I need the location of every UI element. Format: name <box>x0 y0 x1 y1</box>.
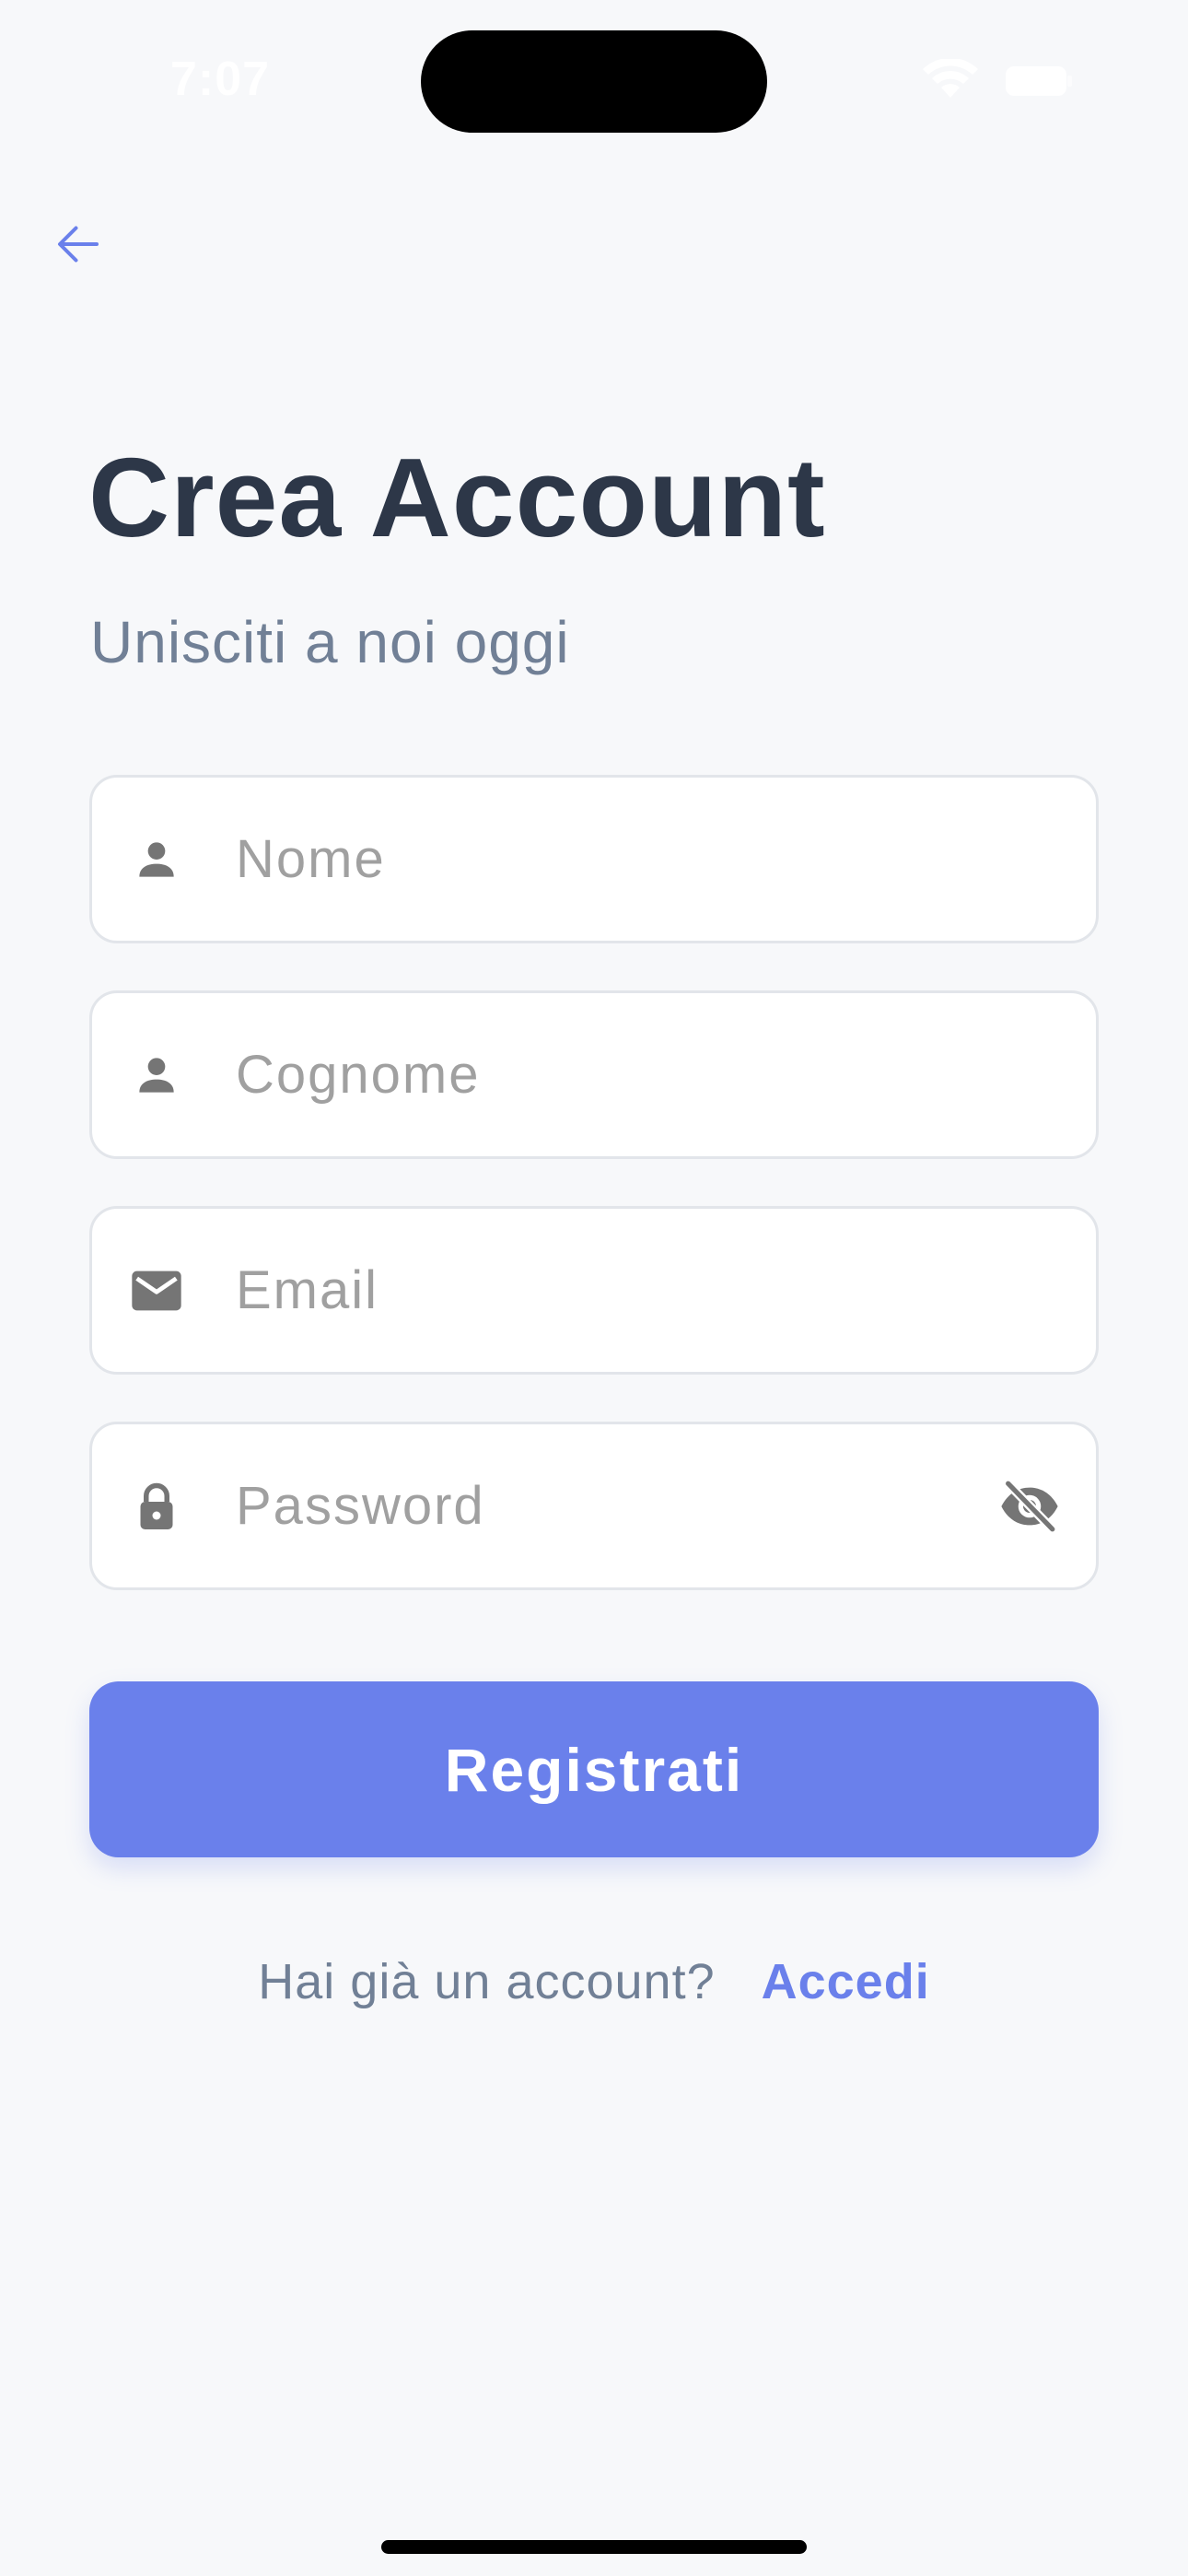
home-indicator <box>381 2540 807 2554</box>
battery-icon <box>1006 66 1072 96</box>
last-name-field[interactable] <box>89 990 1099 1159</box>
status-bar: 7:07 <box>0 0 1188 147</box>
password-field[interactable] <box>89 1422 1099 1590</box>
first-name-field[interactable] <box>89 775 1099 943</box>
email-field[interactable] <box>89 1206 1099 1375</box>
status-time: 7:07 <box>170 53 271 106</box>
first-name-input[interactable] <box>236 778 991 941</box>
page-subtitle: Unisciti a noi oggi <box>90 609 570 675</box>
person-icon <box>127 1046 186 1105</box>
login-link[interactable]: Accedi <box>762 1954 930 2009</box>
eye-off-icon <box>1001 1478 1058 1534</box>
arrow-left-icon <box>58 226 99 263</box>
password-input[interactable] <box>236 1424 991 1587</box>
mail-icon <box>127 1261 186 1320</box>
lock-icon <box>127 1477 186 1536</box>
dynamic-island <box>421 30 767 133</box>
back-button[interactable] <box>37 203 120 286</box>
page-title: Crea Account <box>88 435 826 560</box>
register-button[interactable]: Registrati <box>89 1681 1099 1857</box>
email-input[interactable] <box>236 1209 991 1372</box>
toggle-password-visibility[interactable] <box>995 1471 1065 1541</box>
wifi-icon <box>921 57 980 100</box>
person-icon <box>127 830 186 889</box>
login-prompt-text: Hai già un account? <box>258 1954 716 2009</box>
last-name-input[interactable] <box>236 993 991 1156</box>
login-prompt: Hai già un account? Accedi <box>0 1953 1188 2010</box>
